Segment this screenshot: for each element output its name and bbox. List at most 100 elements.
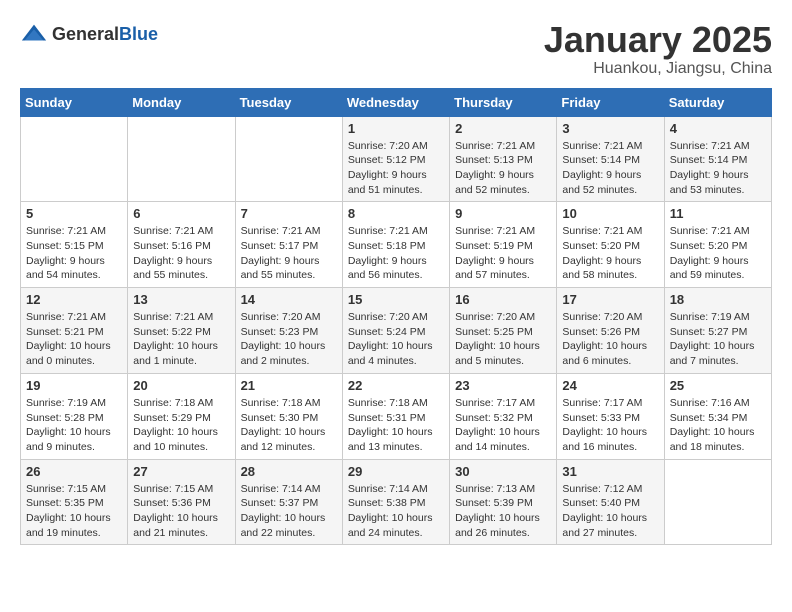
day-number: 30 — [455, 464, 551, 479]
day-info: Sunrise: 7:21 AMSunset: 5:18 PMDaylight:… — [348, 224, 444, 283]
calendar-cell: 1 Sunrise: 7:20 AMSunset: 5:12 PMDayligh… — [342, 116, 449, 202]
calendar-cell: 10 Sunrise: 7:21 AMSunset: 5:20 PMDaylig… — [557, 202, 664, 288]
day-info: Sunrise: 7:19 AMSunset: 5:27 PMDaylight:… — [670, 310, 766, 369]
logo-text-blue: Blue — [119, 24, 158, 44]
day-info: Sunrise: 7:21 AMSunset: 5:14 PMDaylight:… — [670, 139, 766, 198]
calendar-cell: 3 Sunrise: 7:21 AMSunset: 5:14 PMDayligh… — [557, 116, 664, 202]
day-info: Sunrise: 7:21 AMSunset: 5:15 PMDaylight:… — [26, 224, 122, 283]
day-info: Sunrise: 7:21 AMSunset: 5:19 PMDaylight:… — [455, 224, 551, 283]
day-number: 11 — [670, 206, 766, 221]
day-info: Sunrise: 7:21 AMSunset: 5:20 PMDaylight:… — [562, 224, 658, 283]
day-info: Sunrise: 7:14 AMSunset: 5:37 PMDaylight:… — [241, 482, 337, 541]
calendar-cell — [128, 116, 235, 202]
day-info: Sunrise: 7:21 AMSunset: 5:16 PMDaylight:… — [133, 224, 229, 283]
calendar-week-row: 5 Sunrise: 7:21 AMSunset: 5:15 PMDayligh… — [21, 202, 772, 288]
day-number: 8 — [348, 206, 444, 221]
calendar-cell: 24 Sunrise: 7:17 AMSunset: 5:33 PMDaylig… — [557, 373, 664, 459]
day-number: 19 — [26, 378, 122, 393]
weekday-header-saturday: Saturday — [664, 88, 771, 116]
calendar-cell: 7 Sunrise: 7:21 AMSunset: 5:17 PMDayligh… — [235, 202, 342, 288]
day-number: 17 — [562, 292, 658, 307]
calendar-cell: 13 Sunrise: 7:21 AMSunset: 5:22 PMDaylig… — [128, 288, 235, 374]
day-number: 3 — [562, 121, 658, 136]
weekday-header-monday: Monday — [128, 88, 235, 116]
day-number: 14 — [241, 292, 337, 307]
day-info: Sunrise: 7:15 AMSunset: 5:36 PMDaylight:… — [133, 482, 229, 541]
weekday-header-sunday: Sunday — [21, 88, 128, 116]
calendar-cell: 5 Sunrise: 7:21 AMSunset: 5:15 PMDayligh… — [21, 202, 128, 288]
calendar-cell: 2 Sunrise: 7:21 AMSunset: 5:13 PMDayligh… — [450, 116, 557, 202]
day-number: 7 — [241, 206, 337, 221]
day-info: Sunrise: 7:21 AMSunset: 5:13 PMDaylight:… — [455, 139, 551, 198]
calendar-cell — [21, 116, 128, 202]
calendar-cell: 14 Sunrise: 7:20 AMSunset: 5:23 PMDaylig… — [235, 288, 342, 374]
calendar-cell: 22 Sunrise: 7:18 AMSunset: 5:31 PMDaylig… — [342, 373, 449, 459]
calendar-cell: 16 Sunrise: 7:20 AMSunset: 5:25 PMDaylig… — [450, 288, 557, 374]
day-number: 18 — [670, 292, 766, 307]
day-info: Sunrise: 7:14 AMSunset: 5:38 PMDaylight:… — [348, 482, 444, 541]
calendar-cell: 20 Sunrise: 7:18 AMSunset: 5:29 PMDaylig… — [128, 373, 235, 459]
logo-text-general: General — [52, 24, 119, 44]
calendar-cell: 29 Sunrise: 7:14 AMSunset: 5:38 PMDaylig… — [342, 459, 449, 545]
calendar-cell: 12 Sunrise: 7:21 AMSunset: 5:21 PMDaylig… — [21, 288, 128, 374]
day-number: 15 — [348, 292, 444, 307]
calendar-cell: 21 Sunrise: 7:18 AMSunset: 5:30 PMDaylig… — [235, 373, 342, 459]
weekday-header-row: SundayMondayTuesdayWednesdayThursdayFrid… — [21, 88, 772, 116]
day-number: 4 — [670, 121, 766, 136]
day-info: Sunrise: 7:21 AMSunset: 5:14 PMDaylight:… — [562, 139, 658, 198]
day-number: 16 — [455, 292, 551, 307]
calendar-cell: 27 Sunrise: 7:15 AMSunset: 5:36 PMDaylig… — [128, 459, 235, 545]
day-number: 9 — [455, 206, 551, 221]
calendar-cell: 17 Sunrise: 7:20 AMSunset: 5:26 PMDaylig… — [557, 288, 664, 374]
calendar-cell: 18 Sunrise: 7:19 AMSunset: 5:27 PMDaylig… — [664, 288, 771, 374]
day-number: 24 — [562, 378, 658, 393]
day-info: Sunrise: 7:12 AMSunset: 5:40 PMDaylight:… — [562, 482, 658, 541]
day-info: Sunrise: 7:16 AMSunset: 5:34 PMDaylight:… — [670, 396, 766, 455]
page-header: GeneralBlue January 2025 Huankou, Jiangs… — [20, 20, 772, 78]
day-number: 12 — [26, 292, 122, 307]
day-info: Sunrise: 7:21 AMSunset: 5:17 PMDaylight:… — [241, 224, 337, 283]
calendar-week-row: 19 Sunrise: 7:19 AMSunset: 5:28 PMDaylig… — [21, 373, 772, 459]
calendar-cell: 11 Sunrise: 7:21 AMSunset: 5:20 PMDaylig… — [664, 202, 771, 288]
title-block: January 2025 Huankou, Jiangsu, China — [544, 20, 772, 78]
calendar-week-row: 1 Sunrise: 7:20 AMSunset: 5:12 PMDayligh… — [21, 116, 772, 202]
calendar-cell: 23 Sunrise: 7:17 AMSunset: 5:32 PMDaylig… — [450, 373, 557, 459]
day-number: 23 — [455, 378, 551, 393]
calendar-cell: 30 Sunrise: 7:13 AMSunset: 5:39 PMDaylig… — [450, 459, 557, 545]
calendar-cell — [235, 116, 342, 202]
day-info: Sunrise: 7:20 AMSunset: 5:24 PMDaylight:… — [348, 310, 444, 369]
calendar-cell — [664, 459, 771, 545]
day-number: 25 — [670, 378, 766, 393]
day-info: Sunrise: 7:13 AMSunset: 5:39 PMDaylight:… — [455, 482, 551, 541]
day-info: Sunrise: 7:17 AMSunset: 5:32 PMDaylight:… — [455, 396, 551, 455]
day-number: 22 — [348, 378, 444, 393]
day-number: 6 — [133, 206, 229, 221]
logo-icon — [20, 20, 48, 48]
day-number: 29 — [348, 464, 444, 479]
logo: GeneralBlue — [20, 20, 158, 48]
day-number: 13 — [133, 292, 229, 307]
day-info: Sunrise: 7:20 AMSunset: 5:12 PMDaylight:… — [348, 139, 444, 198]
day-info: Sunrise: 7:21 AMSunset: 5:21 PMDaylight:… — [26, 310, 122, 369]
day-number: 1 — [348, 121, 444, 136]
day-info: Sunrise: 7:15 AMSunset: 5:35 PMDaylight:… — [26, 482, 122, 541]
calendar-week-row: 12 Sunrise: 7:21 AMSunset: 5:21 PMDaylig… — [21, 288, 772, 374]
day-info: Sunrise: 7:19 AMSunset: 5:28 PMDaylight:… — [26, 396, 122, 455]
day-number: 31 — [562, 464, 658, 479]
calendar-subtitle: Huankou, Jiangsu, China — [544, 60, 772, 78]
day-number: 2 — [455, 121, 551, 136]
day-info: Sunrise: 7:20 AMSunset: 5:23 PMDaylight:… — [241, 310, 337, 369]
day-info: Sunrise: 7:17 AMSunset: 5:33 PMDaylight:… — [562, 396, 658, 455]
day-info: Sunrise: 7:20 AMSunset: 5:25 PMDaylight:… — [455, 310, 551, 369]
calendar-cell: 15 Sunrise: 7:20 AMSunset: 5:24 PMDaylig… — [342, 288, 449, 374]
calendar-cell: 28 Sunrise: 7:14 AMSunset: 5:37 PMDaylig… — [235, 459, 342, 545]
calendar-cell: 25 Sunrise: 7:16 AMSunset: 5:34 PMDaylig… — [664, 373, 771, 459]
day-number: 5 — [26, 206, 122, 221]
day-info: Sunrise: 7:21 AMSunset: 5:20 PMDaylight:… — [670, 224, 766, 283]
calendar-title: January 2025 — [544, 20, 772, 60]
calendar-week-row: 26 Sunrise: 7:15 AMSunset: 5:35 PMDaylig… — [21, 459, 772, 545]
calendar-table: SundayMondayTuesdayWednesdayThursdayFrid… — [20, 88, 772, 546]
calendar-cell: 6 Sunrise: 7:21 AMSunset: 5:16 PMDayligh… — [128, 202, 235, 288]
day-info: Sunrise: 7:18 AMSunset: 5:29 PMDaylight:… — [133, 396, 229, 455]
weekday-header-friday: Friday — [557, 88, 664, 116]
